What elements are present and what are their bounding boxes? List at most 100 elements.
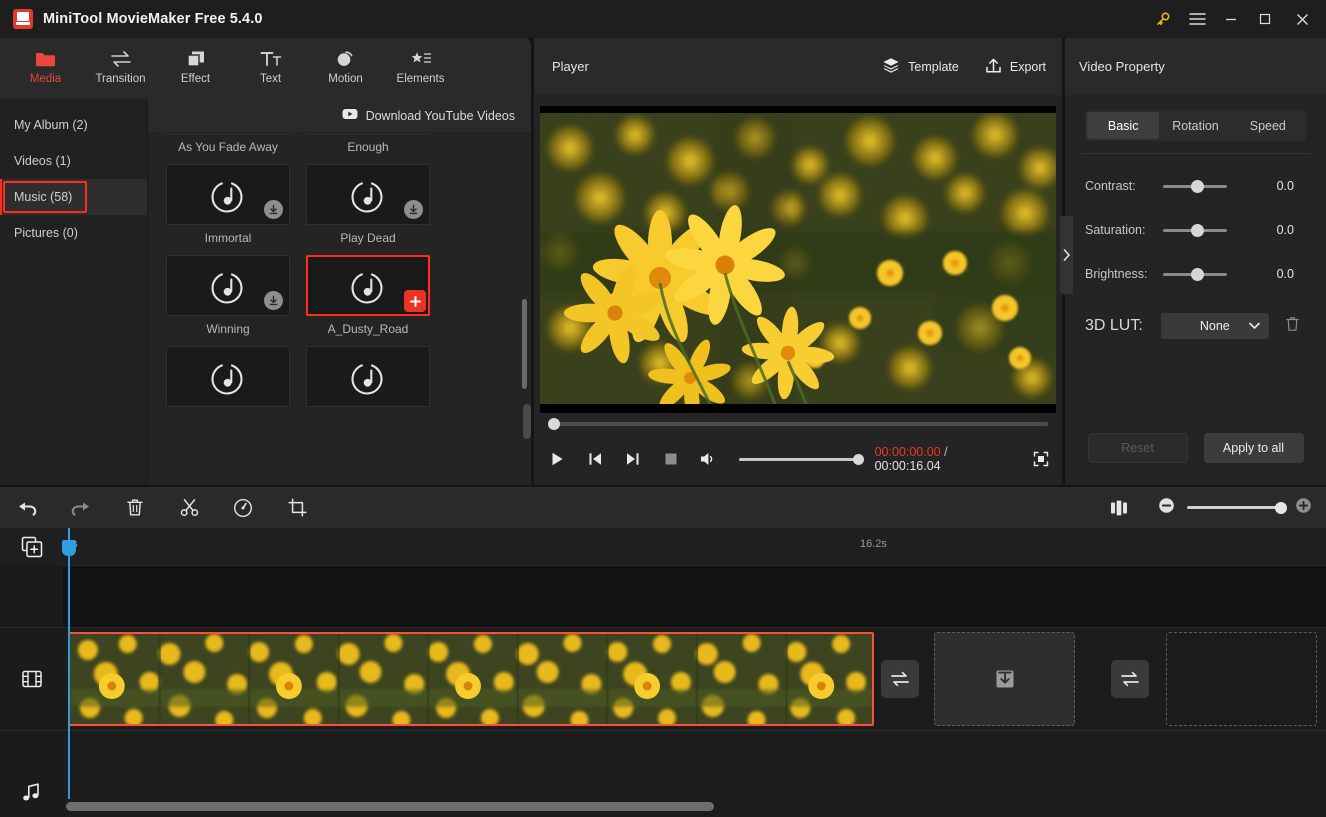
player-controls: 00:00:00.00 / 00:00:16.04 (534, 413, 1062, 485)
video-clip-a-dusty-road[interactable] (68, 632, 874, 726)
property-actions: Reset Apply to all (1065, 433, 1326, 463)
category-pictures[interactable]: Pictures (0) (0, 215, 147, 251)
library-player-splitter[interactable] (523, 404, 531, 439)
music-note-circle-icon (205, 354, 251, 400)
seek-knob[interactable] (548, 418, 560, 430)
add-icon[interactable] (404, 290, 426, 312)
undo-button[interactable] (0, 487, 54, 528)
crop-icon (288, 498, 307, 517)
category-videos[interactable]: Videos (1) (0, 143, 147, 179)
module-text[interactable]: Text (233, 38, 308, 96)
lut-select[interactable]: None (1161, 313, 1269, 339)
download-icon[interactable] (404, 200, 423, 219)
brightness-knob[interactable] (1191, 268, 1204, 281)
reset-button[interactable]: Reset (1088, 433, 1188, 463)
split-button[interactable] (162, 487, 216, 528)
volume-slider[interactable] (739, 458, 858, 461)
category-my-album[interactable]: My Album (2) (0, 107, 147, 143)
chevron-down-icon (1249, 319, 1260, 333)
minimize-icon[interactable] (1214, 0, 1248, 38)
library-scrollbar[interactable] (522, 299, 527, 389)
split-view-button[interactable] (1092, 487, 1146, 528)
crop-button[interactable] (270, 487, 324, 528)
export-button[interactable]: Export (985, 57, 1046, 77)
tab-rotation[interactable]: Rotation (1159, 112, 1231, 139)
music-item[interactable] (306, 346, 430, 407)
preview-stage[interactable] (540, 106, 1056, 444)
tab-basic[interactable]: Basic (1087, 112, 1159, 139)
music-item[interactable]: Winning (166, 255, 290, 336)
template-button[interactable]: Template (882, 57, 959, 76)
music-item-selected[interactable]: A_Dusty_Road (306, 255, 430, 336)
seek-bar[interactable] (548, 422, 1048, 426)
music-item[interactable] (166, 346, 290, 407)
maximize-icon[interactable] (1248, 0, 1282, 38)
category-videos-label: Videos (1) (14, 154, 71, 168)
contrast-knob[interactable] (1191, 180, 1204, 193)
speed-button[interactable] (216, 487, 270, 528)
zoom-out-button[interactable] (1158, 497, 1175, 519)
apply-to-all-button[interactable]: Apply to all (1204, 433, 1304, 463)
module-transition[interactable]: Transition (83, 38, 158, 96)
playhead-grip[interactable] (62, 540, 76, 556)
player-panel: Player Template Export (534, 38, 1062, 485)
saturation-label: Saturation: (1085, 223, 1163, 237)
download-icon[interactable] (264, 291, 283, 310)
music-item[interactable]: Immortal (166, 164, 290, 245)
volume-knob[interactable] (853, 454, 864, 465)
property-divider (1081, 153, 1310, 154)
music-thumbnail (166, 346, 290, 407)
zoom-knob[interactable] (1275, 502, 1287, 514)
delete-button[interactable] (108, 487, 162, 528)
module-motion[interactable]: Motion (308, 38, 383, 96)
track-header-audio[interactable] (0, 731, 63, 817)
redo-button[interactable] (54, 487, 108, 528)
download-youtube-button[interactable]: Download YouTube Videos (148, 99, 531, 132)
media-drop-placeholder[interactable] (934, 632, 1075, 726)
contrast-slider[interactable] (1163, 185, 1227, 188)
music-item[interactable]: Play Dead (306, 164, 430, 245)
zoom-in-button[interactable] (1295, 497, 1312, 519)
ruler-label-end: 16.2s (860, 538, 887, 550)
download-icon[interactable] (264, 200, 283, 219)
module-text-label: Text (260, 73, 281, 85)
lut-delete-button[interactable] (1285, 316, 1300, 337)
yellow-flowers-image (540, 113, 1056, 404)
hamburger-menu-icon[interactable] (1180, 0, 1214, 38)
brightness-slider[interactable] (1163, 273, 1227, 276)
transition-slot-2[interactable] (1111, 660, 1149, 698)
play-icon[interactable] (546, 448, 568, 470)
previous-frame-icon[interactable] (584, 448, 606, 470)
close-icon[interactable] (1282, 0, 1322, 38)
music-note-icon (21, 782, 42, 803)
text-track[interactable] (63, 566, 1326, 628)
empty-drop-placeholder[interactable] (1166, 632, 1317, 726)
stop-icon[interactable] (660, 448, 682, 470)
add-media-button[interactable] (0, 528, 63, 566)
saturation-slider[interactable] (1163, 229, 1227, 232)
track-header-video[interactable] (0, 628, 63, 731)
volume-icon[interactable] (697, 448, 719, 470)
module-effect[interactable]: Effect (158, 38, 233, 96)
clip-thumbnails (70, 634, 872, 724)
video-track[interactable] (63, 628, 1326, 731)
playhead[interactable] (68, 528, 70, 799)
download-youtube-label: Download YouTube Videos (366, 109, 515, 123)
transition-slot-1[interactable] (881, 660, 919, 698)
property-panel-toggle[interactable] (1060, 216, 1073, 294)
fullscreen-icon[interactable] (1030, 448, 1052, 470)
module-elements[interactable]: Elements (383, 38, 458, 96)
tab-speed[interactable]: Speed (1232, 112, 1304, 139)
category-music[interactable]: Music (58) (0, 179, 147, 215)
lut-row: 3D LUT: None (1065, 313, 1326, 339)
zoom-slider[interactable] (1187, 506, 1283, 509)
next-frame-icon[interactable] (622, 448, 644, 470)
module-media[interactable]: Media (8, 38, 83, 96)
saturation-knob[interactable] (1191, 224, 1204, 237)
module-motion-label: Motion (328, 73, 363, 85)
track-header-text[interactable] (0, 566, 63, 628)
timeline-ruler[interactable]: 0s 16.2s (63, 528, 1326, 566)
timeline-tracks (63, 566, 1326, 817)
timeline-horizontal-scrollbar[interactable] (66, 802, 714, 811)
key-icon[interactable] (1146, 0, 1180, 38)
